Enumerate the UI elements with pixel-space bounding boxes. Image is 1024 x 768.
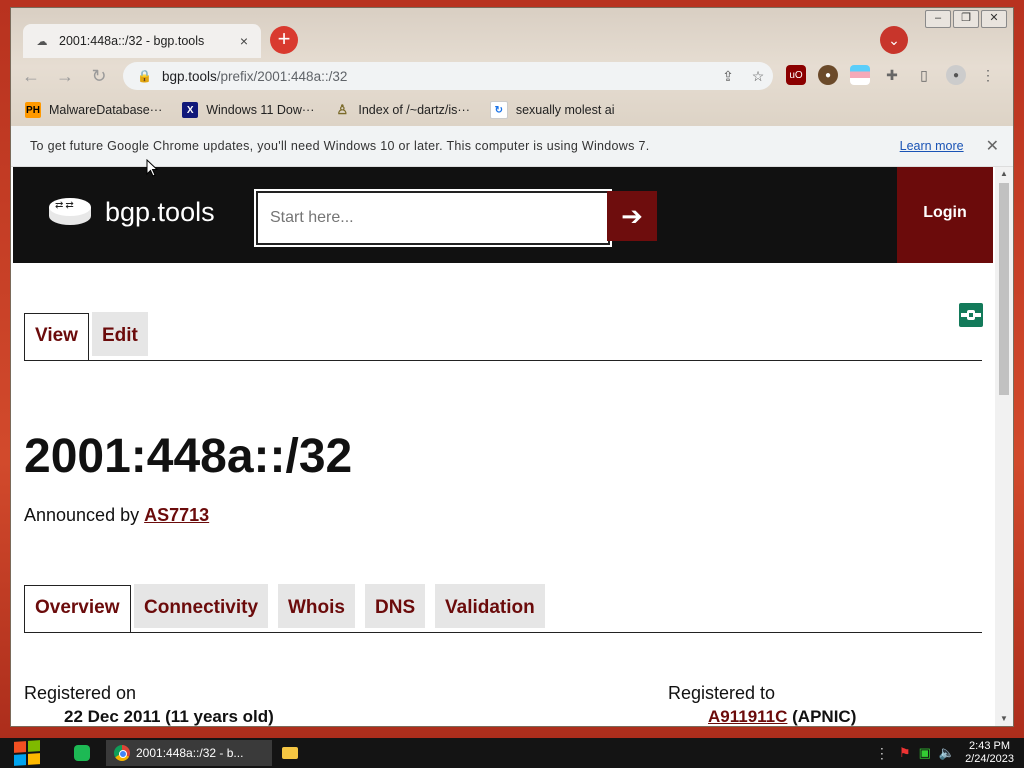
side-panel-icon[interactable]: ▯ <box>914 65 934 85</box>
router-icon: ⇄⇄ <box>49 197 91 228</box>
chrome-icon <box>114 745 130 761</box>
tab-edit[interactable]: Edit <box>92 312 148 356</box>
ph-bookmark-icon: PH <box>25 102 41 118</box>
windows-logo-icon <box>14 740 40 766</box>
tab-close-icon[interactable]: × <box>235 33 253 49</box>
tab-view[interactable]: View <box>24 313 89 360</box>
window-controls: – ❐ ✕ <box>925 10 1007 28</box>
search-input[interactable] <box>268 208 592 228</box>
bookmark-label: MalwareDatabase··· <box>49 103 163 117</box>
page-bookmark-icon: ↻ <box>489 101 508 119</box>
page-viewport: ⇄⇄ bgp.tools ➔ Login View Edit 2001:448a… <box>13 167 993 726</box>
tab-validation[interactable]: Validation <box>435 584 545 628</box>
bookmark-label: sexually molest ai <box>515 103 615 117</box>
back-icon[interactable]: ← <box>17 62 45 90</box>
bookmark-item[interactable]: ↻ sexually molest ai <box>489 101 615 119</box>
site-name: bgp.tools <box>105 197 215 227</box>
search-box <box>256 191 610 245</box>
infobar-message: To get future Google Chrome updates, you… <box>30 139 650 153</box>
url-host: bgp.tools <box>161 68 217 84</box>
url-text[interactable]: bgp.tools/prefix/2001:448a::/32 <box>162 69 713 84</box>
minimize-button[interactable]: – <box>925 10 951 28</box>
lock-icon[interactable]: 🔒 <box>137 69 152 83</box>
taskbar-chrome-label: 2001:448a::/32 - b... <box>136 746 244 760</box>
login-button[interactable]: Login <box>897 167 993 263</box>
person-bookmark-icon: ♙ <box>336 102 349 117</box>
search-submit-button[interactable]: ➔ <box>607 191 657 241</box>
announced-label: Announced by <box>24 505 140 525</box>
tab-connectivity[interactable]: Connectivity <box>134 584 269 628</box>
clock[interactable]: 2:43 PM 2/24/2023 <box>965 740 1014 766</box>
browser-toolbar: ← → ↻ 🔒 bgp.tools/prefix/2001:448a::/32 … <box>11 58 1013 94</box>
system-tray: ⋮ ⚑ ▣ 🔈 2:43 PM 2/24/2023 <box>875 738 1024 768</box>
volume-icon[interactable]: 🔈 <box>939 745 955 761</box>
scroll-down-icon[interactable]: ▼ <box>995 712 1013 726</box>
mouse-cursor-icon <box>146 159 158 177</box>
close-window-button[interactable]: ✕ <box>981 10 1007 28</box>
x-bookmark-icon: X <box>182 102 199 118</box>
flag-extension-icon[interactable] <box>850 65 870 85</box>
registrant-handle-link[interactable]: A911911C <box>708 707 787 726</box>
page-title: 2001:448a::/32 <box>24 430 353 483</box>
scroll-up-icon[interactable]: ▲ <box>995 167 1013 181</box>
section-tabs: Overview Connectivity Whois DNS Validati… <box>24 577 982 633</box>
menu-kebab-icon[interactable]: ⋮ <box>978 65 998 85</box>
scroll-thumb[interactable] <box>999 183 1009 395</box>
tab-dns[interactable]: DNS <box>365 584 426 628</box>
bgp-favicon-icon: ☁ <box>36 35 48 48</box>
extensions-puzzle-icon[interactable]: ✚ <box>882 65 902 85</box>
taskbar-chrome-item[interactable]: 2001:448a::/32 - b... <box>106 740 272 766</box>
folder-taskbar-icon[interactable] <box>278 740 302 766</box>
registered-to-label: Registered to <box>668 683 776 703</box>
forward-icon[interactable]: → <box>51 62 79 90</box>
tab-search-button[interactable]: ⌄ <box>880 26 908 54</box>
update-infobar: To get future Google Chrome updates, you… <box>11 126 1013 167</box>
bookmarks-bar: PH MalwareDatabase··· X Windows 11 Dow··… <box>11 96 1013 124</box>
registered-on-value: 22 Dec 2011 (11 years old) <box>64 707 274 726</box>
ublock-extension-icon[interactable]: uO <box>786 65 806 85</box>
fork-link-icon[interactable] <box>959 303 983 327</box>
network-icon[interactable]: ▣ <box>919 745 931 761</box>
site-header: ⇄⇄ bgp.tools ➔ Login <box>13 167 993 263</box>
bookmark-item[interactable]: ♙ Index of /~dartz/is··· <box>334 102 470 118</box>
bookmark-star-icon[interactable]: ☆ <box>743 68 773 85</box>
tray-more-icon[interactable]: ⋮ <box>875 745 889 762</box>
registered-to-value: A911911C (APNIC) <box>708 707 856 726</box>
address-bar[interactable]: 🔒 bgp.tools/prefix/2001:448a::/32 ⇪ ☆ <box>123 62 773 90</box>
registered-on-label: Registered on <box>24 683 137 703</box>
bookmark-item[interactable]: X Windows 11 Dow··· <box>182 102 314 118</box>
taskbar: 2001:448a::/32 - b... ⋮ ⚑ ▣ 🔈 2:43 PM 2/… <box>0 738 1024 768</box>
avatar-extension-icon[interactable]: ● <box>818 65 838 85</box>
clock-time: 2:43 PM <box>969 740 1011 752</box>
learn-more-link[interactable]: Learn more <box>900 139 964 153</box>
app-taskbar-icon[interactable] <box>70 740 94 766</box>
browser-tab[interactable]: ☁ 2001:448a::/32 - bgp.tools × <box>23 24 261 58</box>
bookmark-label: Index of /~dartz/is··· <box>358 103 470 117</box>
browser-titlebar: – ❐ ✕ ☁ 2001:448a::/32 - bgp.tools × + ⌄… <box>11 8 1013 126</box>
profile-icon[interactable]: ● <box>946 65 966 85</box>
asn-link[interactable]: AS7713 <box>144 505 209 525</box>
infobar-close-icon[interactable]: ✕ <box>986 136 999 156</box>
reload-icon[interactable]: ↻ <box>85 62 113 90</box>
start-button[interactable] <box>8 738 46 768</box>
site-logo[interactable]: ⇄⇄ bgp.tools <box>49 197 215 228</box>
share-icon[interactable]: ⇪ <box>713 68 743 85</box>
maximize-button[interactable]: ❐ <box>953 10 979 28</box>
url-path: /prefix/2001:448a::/32 <box>216 68 348 84</box>
clock-date: 2/24/2023 <box>965 753 1014 765</box>
announced-by: Announced by AS7713 <box>24 505 209 526</box>
bookmark-item[interactable]: PH MalwareDatabase··· <box>25 102 162 118</box>
bookmark-label: Windows 11 Dow··· <box>206 103 315 117</box>
action-center-flag-icon[interactable]: ⚑ <box>899 745 911 761</box>
tab-title: 2001:448a::/32 - bgp.tools <box>59 34 205 48</box>
tab-whois[interactable]: Whois <box>278 584 355 628</box>
tab-overview[interactable]: Overview <box>24 585 131 632</box>
browser-window: – ❐ ✕ ☁ 2001:448a::/32 - bgp.tools × + ⌄… <box>11 8 1013 726</box>
view-edit-tabs: View Edit <box>24 303 982 361</box>
page-scrollbar[interactable]: ▲ ▼ <box>995 167 1013 726</box>
new-tab-button[interactable]: + <box>270 26 298 54</box>
rir-label: (APNIC) <box>792 707 857 726</box>
